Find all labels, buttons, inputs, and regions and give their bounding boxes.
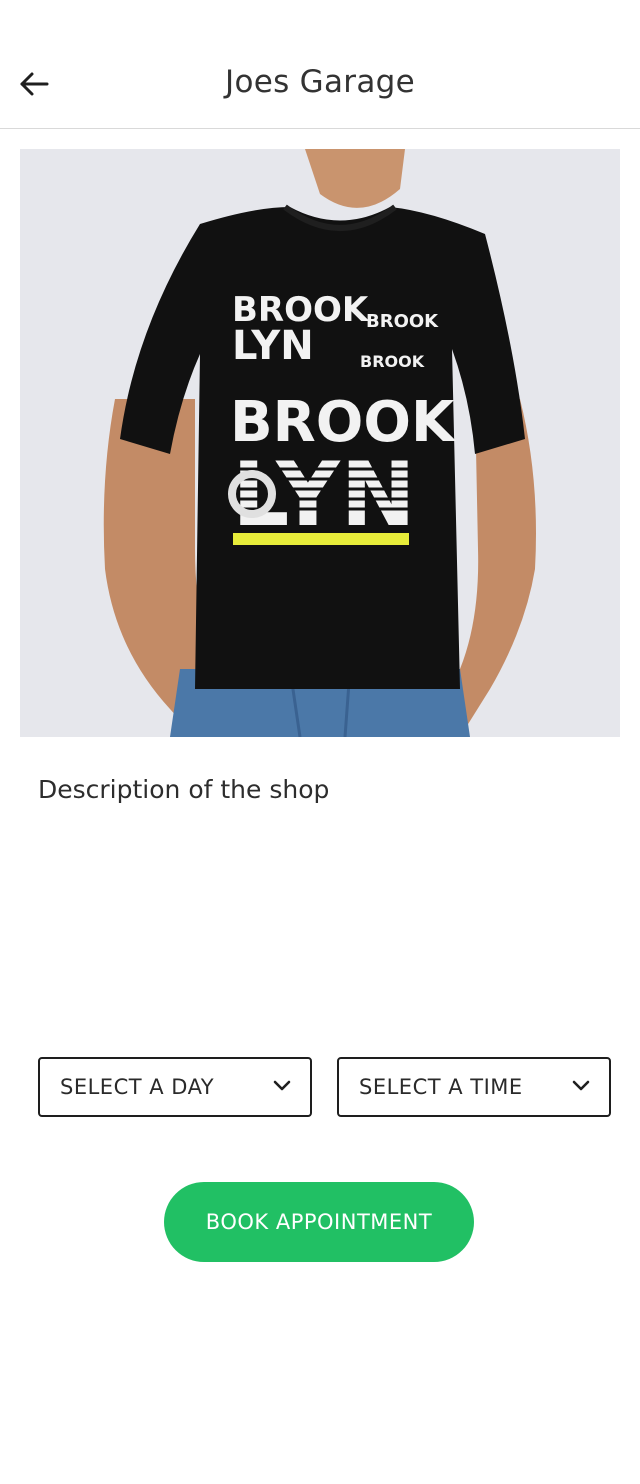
time-select[interactable]: SELECT A TIME xyxy=(337,1057,611,1117)
chevron-down-icon xyxy=(572,1080,590,1091)
page-title: Joes Garage xyxy=(225,64,415,100)
app-bar: Joes Garage xyxy=(0,0,640,129)
chevron-down-icon xyxy=(273,1080,291,1091)
day-select-label: SELECT A DAY xyxy=(60,1075,215,1099)
shirt-print-text: BROOK xyxy=(360,352,425,371)
book-appointment-button[interactable]: BOOK APPOINTMENT xyxy=(164,1182,474,1262)
day-select[interactable]: SELECT A DAY xyxy=(38,1057,312,1117)
shop-image: BROOK BROOK LYN BROOK BROOK LYN xyxy=(20,149,620,737)
time-select-label: SELECT A TIME xyxy=(359,1075,523,1099)
shirt-print-text: LYN xyxy=(232,323,314,369)
shop-description: Description of the shop xyxy=(38,775,330,804)
shirt-print-text: BROOK xyxy=(366,311,439,332)
